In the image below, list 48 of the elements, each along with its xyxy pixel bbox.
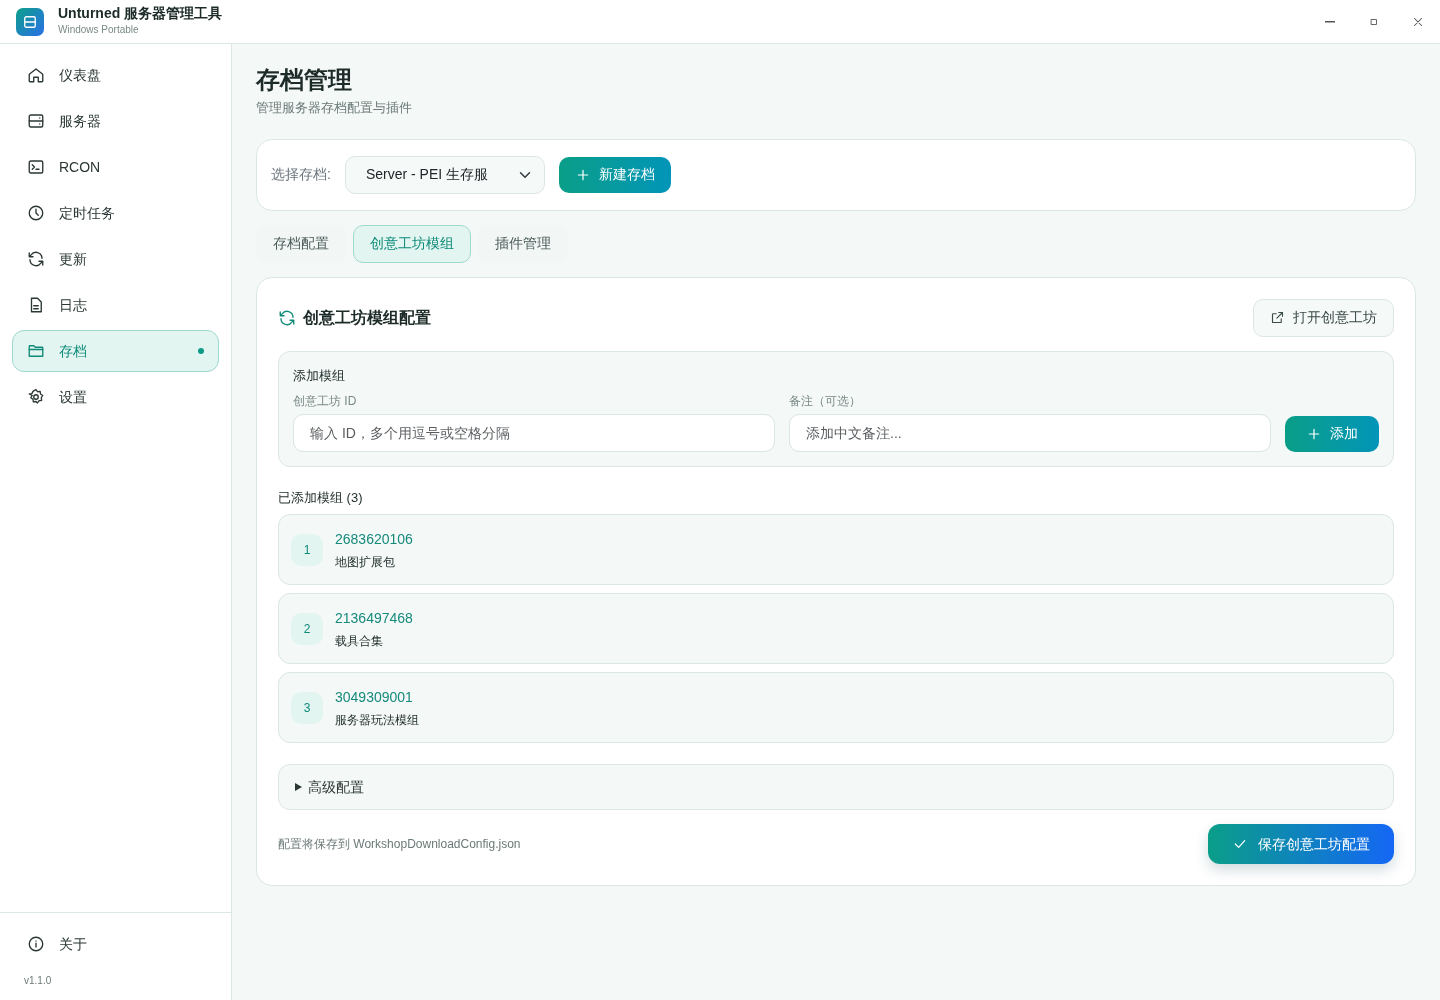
panel-title: 创意工坊模组配置	[303, 307, 431, 328]
note-field[interactable]: 添加中文备注...	[789, 413, 1271, 452]
index-badge: 3	[291, 691, 323, 724]
sidebar-item[interactable]: 设置	[12, 376, 219, 418]
advanced-toggle[interactable]: 高级配置	[278, 764, 1394, 811]
version-label: v1.1.0	[23, 974, 53, 988]
tab[interactable]: 创意工坊模组	[353, 224, 471, 263]
window-subtitle: Windows Portable	[58, 22, 140, 37]
refresh-icon	[27, 250, 45, 268]
mod-note: 服务器玩法模组	[335, 712, 419, 730]
sidebar-item[interactable]: 服务器	[12, 100, 219, 142]
field-label: 创意工坊 ID	[293, 393, 358, 411]
list-title: 已添加模组 (3)	[278, 488, 364, 507]
minimize-icon	[1325, 20, 1335, 23]
folder-icon	[27, 342, 45, 360]
field-label: 备注（可选）	[789, 393, 862, 411]
home-icon	[27, 66, 45, 84]
save-path-note: 配置将保存到 WorkshopDownloadConfig.json	[278, 836, 521, 854]
section-title: 添加模组	[293, 366, 346, 385]
refresh-icon	[278, 308, 296, 327]
index-badge: 2	[291, 612, 323, 645]
open-workshop-button[interactable]: 打开创意工坊	[1253, 298, 1394, 337]
mod-id: 3049309001	[335, 687, 414, 707]
mod-id: 2136497468	[335, 608, 413, 628]
workshop-id-field[interactable]: 输入 ID，多个用逗号或空格分隔	[293, 413, 775, 452]
sidebar-item[interactable]: 仪表盘	[12, 54, 219, 96]
window-title: Unturned 服务器管理工具	[58, 6, 223, 22]
save-select[interactable]: Server - PEI 生存服	[344, 155, 545, 194]
sidebar-item[interactable]: 日志	[12, 284, 219, 326]
server-icon	[27, 112, 45, 130]
sidebar-item[interactable]: RCON	[12, 146, 219, 188]
sidebar-item[interactable]: 关于	[12, 923, 219, 965]
settings-icon	[27, 388, 45, 406]
page-title: 存档管理	[256, 66, 353, 95]
field-label: 选择存档:	[271, 165, 331, 185]
sidebar-item[interactable]: 更新	[12, 238, 219, 280]
mod-note: 地图扩展包	[335, 554, 396, 572]
terminal-icon	[27, 158, 45, 176]
index-badge: 1	[291, 533, 323, 566]
external-link-icon	[1270, 310, 1285, 326]
save-config-button[interactable]: 保存创意工坊配置	[1208, 824, 1394, 865]
mod-note: 载具合集	[335, 633, 384, 651]
info-icon	[27, 935, 45, 953]
sidebar-item[interactable]: 定时任务	[12, 192, 219, 234]
mod-id: 2683620106	[335, 529, 413, 549]
page-subtitle: 管理服务器存档配置与插件	[256, 99, 413, 118]
sidebar-item[interactable]: 存档	[12, 330, 219, 372]
clock-icon	[27, 204, 45, 222]
